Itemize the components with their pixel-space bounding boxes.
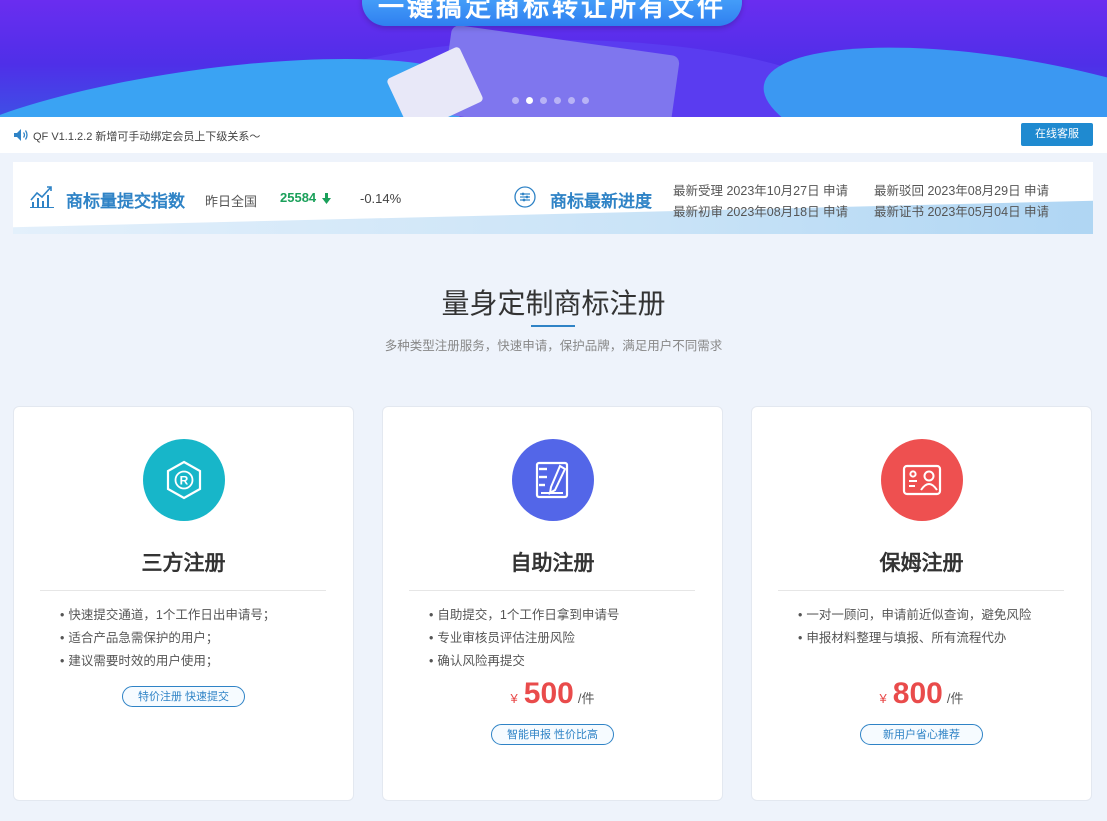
card-icon-circle: R: [143, 439, 225, 521]
carousel-dot[interactable]: [568, 97, 575, 104]
trademark-stats-panel: 商标量提交指数 昨日全国 25584 -0.14% 商标最新进度 最新受理 20…: [13, 162, 1093, 234]
card-divider: [40, 590, 326, 591]
feature-item: 申报材料整理与填报、所有流程代办: [798, 627, 1031, 650]
price-unit: /件: [946, 691, 964, 706]
section-title: 量身定制商标注册: [441, 288, 666, 319]
notice-bar: QF V1.1.2.2 新增可手动绑定会员上下级关系～ 在线客服: [0, 117, 1107, 153]
price-unit: /件: [577, 691, 595, 706]
online-service-button[interactable]: 在线客服: [1021, 123, 1093, 146]
yesterday-label: 昨日全国: [205, 194, 258, 209]
carousel-dot[interactable]: [582, 97, 589, 104]
hero-banner[interactable]: 一键搞定商标转让所有文件: [0, 0, 1107, 117]
feature-list: 一对一顾问，申请前近似查询，避免风险 申报材料整理与填报、所有流程代办: [798, 604, 1031, 650]
feature-item: 确认风险再提交: [429, 650, 619, 673]
feature-item: 快速提交通道，1个工作日出申请号；: [60, 604, 275, 627]
carousel-dot-active[interactable]: [526, 97, 533, 104]
progress-settings-icon: [514, 186, 536, 208]
card-title: 自助注册: [510, 552, 595, 575]
card-divider: [778, 590, 1064, 591]
feature-list: 快速提交通道，1个工作日出申请号； 适合产品急需保护的用户； 建议需要时效的用户…: [60, 604, 275, 673]
section-divider: [531, 325, 575, 327]
id-card-user-icon: [902, 464, 942, 496]
card-price: ¥500/件: [383, 677, 722, 711]
card-icon-circle: [881, 439, 963, 521]
banner-slogan: 一键搞定商标转让所有文件: [362, 0, 742, 26]
progress-preliminary: 最新初审 2023年08月18日 申请: [673, 205, 849, 219]
card-tag[interactable]: 新用户省心推荐: [860, 724, 983, 745]
line-chart-icon: [30, 186, 54, 208]
notice-text[interactable]: QF V1.1.2.2 新增可手动绑定会员上下级关系～: [33, 128, 260, 144]
change-percent: -0.14%: [360, 191, 402, 206]
carousel-dot[interactable]: [554, 97, 561, 104]
section-subtitle: 多种类型注册服务，快速申请，保护品牌，满足用户不同需求: [384, 339, 723, 353]
card-divider: [409, 590, 695, 591]
price-amount: 500: [523, 677, 574, 710]
feature-list: 自助提交，1个工作日拿到申请号 专业审核员评估注册风险 确认风险再提交: [429, 604, 619, 673]
feature-item: 适合产品急需保护的用户；: [60, 627, 275, 650]
service-card-third-party[interactable]: R 三方注册 快速提交通道，1个工作日出申请号； 适合产品急需保护的用户； 建议…: [13, 406, 354, 801]
latest-progress-title: 商标最新进度: [550, 192, 652, 211]
feature-item: 一对一顾问，申请前近似查询，避免风险: [798, 604, 1031, 627]
progress-accepted: 最新受理 2023年10月27日 申请: [673, 184, 849, 198]
banner-decoration: [751, 15, 1107, 117]
speaker-icon: [14, 129, 28, 141]
submit-count: 25584: [280, 190, 317, 205]
feature-item: 自助提交，1个工作日拿到申请号: [429, 604, 619, 627]
card-tag[interactable]: 特价注册 快速提交: [122, 686, 245, 707]
carousel-dot[interactable]: [540, 97, 547, 104]
currency-symbol: ¥: [879, 691, 887, 706]
svg-text:R: R: [180, 474, 189, 488]
card-price: ¥800/件: [752, 677, 1091, 711]
feature-item: 专业审核员评估注册风险: [429, 627, 619, 650]
feature-item: 建议需要时效的用户使用；: [60, 650, 275, 673]
card-icon-circle: [512, 439, 594, 521]
card-tag[interactable]: 智能申报 性价比高: [491, 724, 614, 745]
carousel-dot[interactable]: [512, 97, 519, 104]
service-card-nanny[interactable]: 保姆注册 一对一顾问，申请前近似查询，避免风险 申报材料整理与填报、所有流程代办…: [751, 406, 1092, 801]
arrow-down-icon: [322, 193, 331, 204]
card-title: 三方注册: [141, 552, 226, 575]
edit-document-icon: [535, 461, 569, 499]
price-amount: 800: [892, 677, 943, 710]
progress-certificate: 最新证书 2023年05月04日 申请: [874, 205, 1050, 219]
registered-trademark-icon: R: [166, 460, 202, 500]
card-title: 保姆注册: [879, 552, 964, 575]
progress-rejected: 最新驳回 2023年08月29日 申请: [874, 184, 1050, 198]
service-card-self-service[interactable]: 自助注册 自助提交，1个工作日拿到申请号 专业审核员评估注册风险 确认风险再提交…: [382, 406, 723, 801]
submit-index-title: 商标量提交指数: [66, 192, 185, 211]
currency-symbol: ¥: [510, 691, 518, 706]
carousel-indicators: [512, 97, 589, 104]
